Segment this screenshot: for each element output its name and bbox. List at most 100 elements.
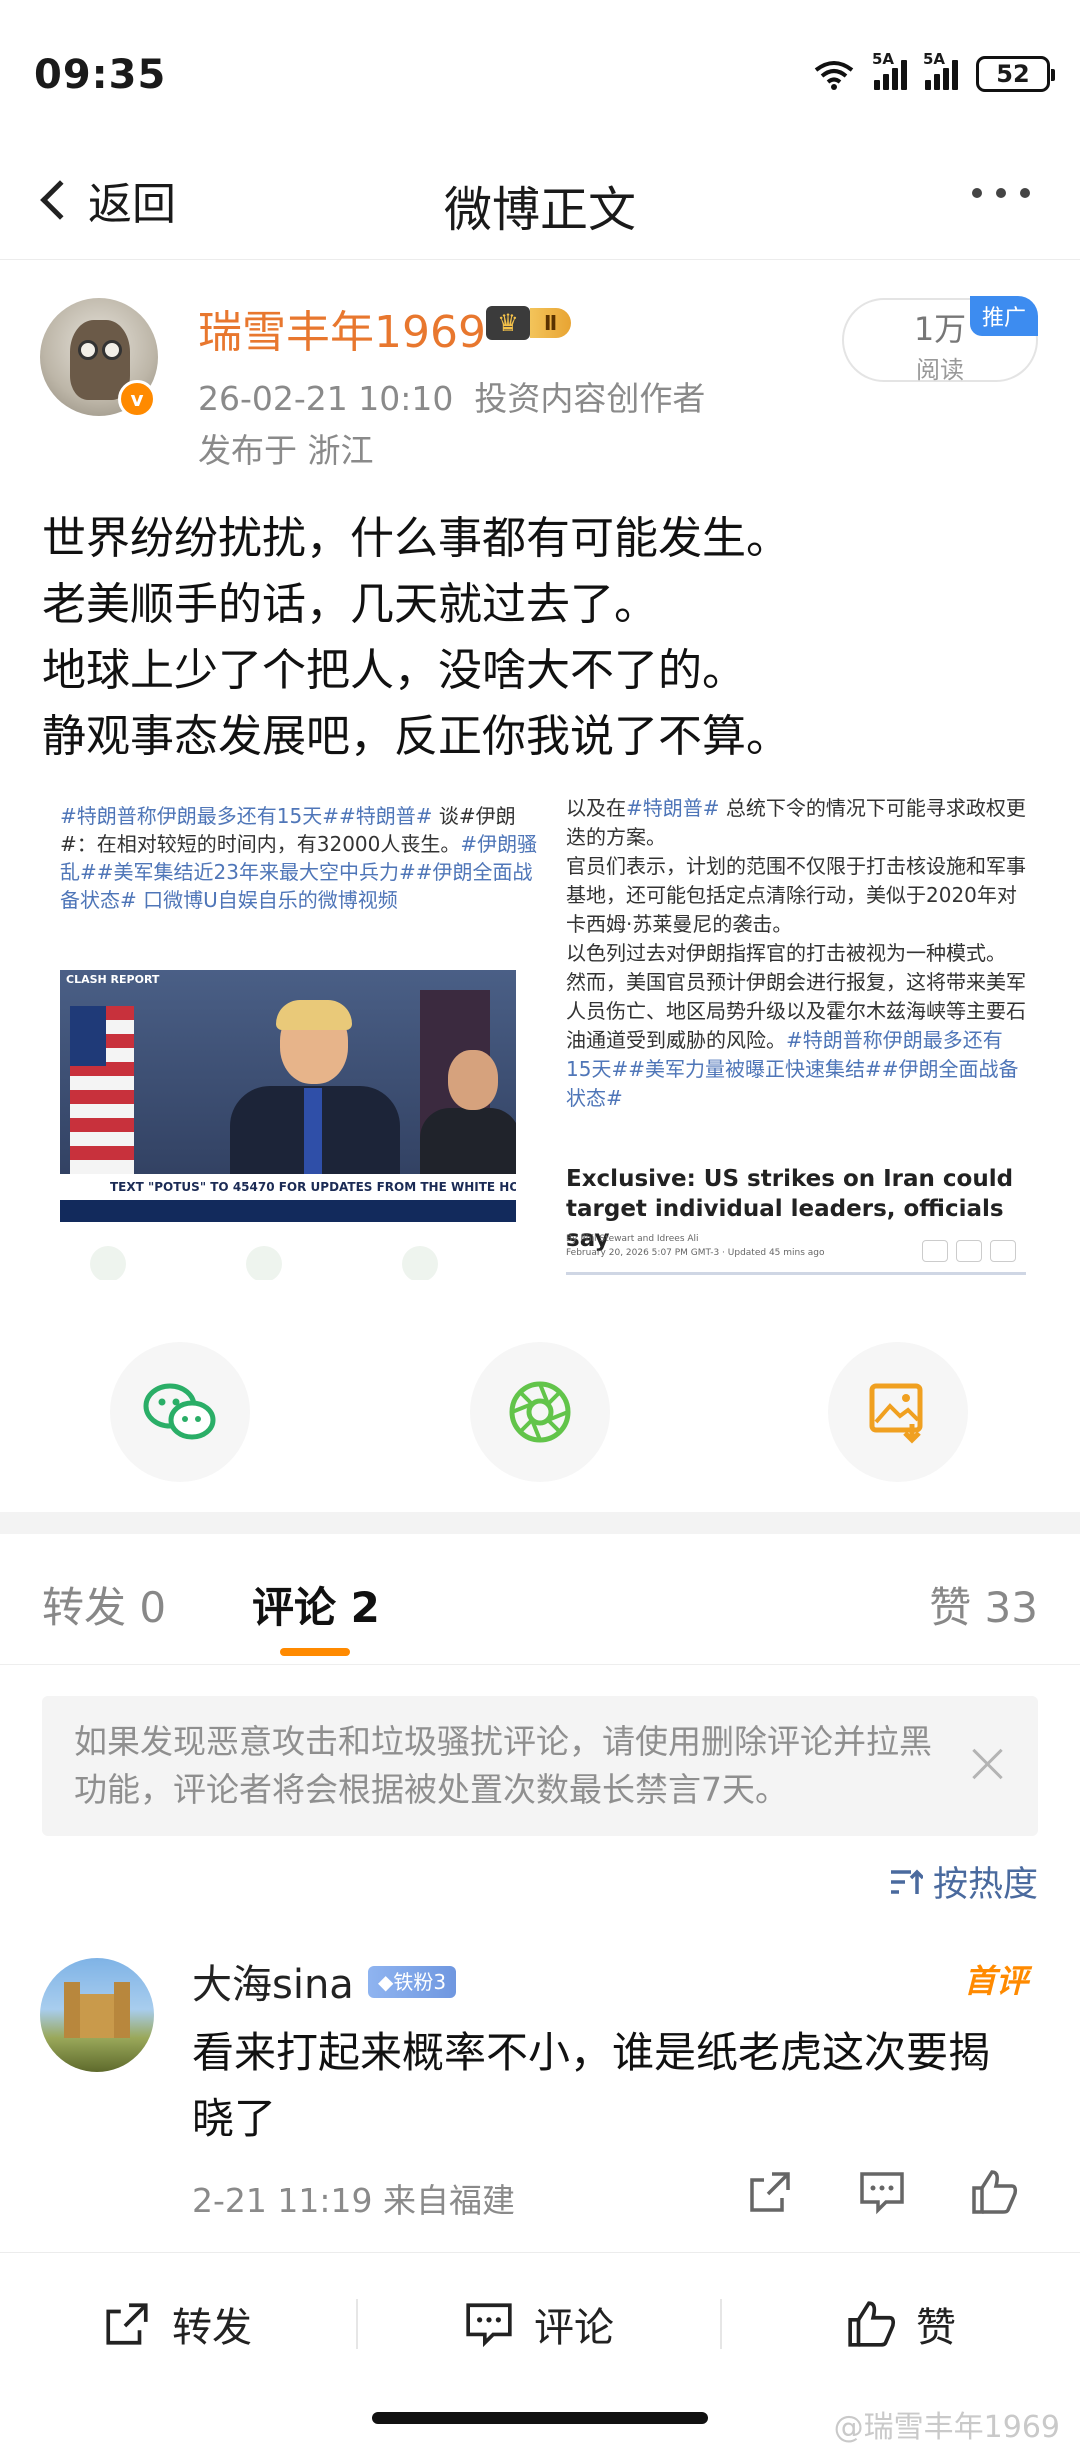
more-dot-icon <box>996 188 1006 198</box>
tab-like[interactable]: 赞 33 <box>929 1574 1038 1635</box>
battery-level: 52 <box>996 60 1030 88</box>
save-image-icon <box>869 1383 923 1444</box>
bottom-action-bar: 转发 评论 赞 <box>0 2252 1080 2388</box>
ticker-band <box>60 1200 516 1222</box>
thumbs-up-icon <box>848 2301 896 2347</box>
comment-reply-icon[interactable] <box>858 2168 906 2216</box>
wechat-mini-icon <box>90 1246 126 1280</box>
news-authors: By Phil Stewart and Idrees Ali <box>566 1234 699 1244</box>
news-divider <box>566 1272 1026 1275</box>
comment-like-icon[interactable] <box>970 2168 1018 2216</box>
more-dot-icon <box>1020 188 1030 198</box>
bookmark-icon <box>922 1240 948 1262</box>
save-image-button[interactable] <box>828 1342 968 1482</box>
comment-share-icon[interactable] <box>746 2168 794 2216</box>
active-tab-indicator <box>280 1648 350 1656</box>
save-mini-icon <box>402 1246 438 1280</box>
bar-separator <box>356 2299 358 2349</box>
comment-icon <box>466 2303 512 2348</box>
page-title: 微博正文 <box>443 182 636 238</box>
bar-separator <box>720 2299 722 2349</box>
post-body: 世界纷纷扰扰，什么事都有可能发生。 老美顺手的话，几天就过去了。 地球上少了个把… <box>42 506 790 770</box>
moments-mini-icon <box>246 1246 282 1280</box>
status-time: 09:35 <box>34 52 167 98</box>
comment-text[interactable]: 看来打起来概率不小，谁是纸老虎这次要揭晓了 <box>192 2020 1012 2152</box>
post-meta: 26-02-21 10:10 投资内容创作者 <box>198 372 705 420</box>
news-p1-tag: #特朗普# <box>626 796 720 820</box>
moments-icon <box>509 1381 571 1443</box>
comment-notice: 如果发现恶意攻击和垃圾骚扰评论，请使用删除评论并拉黑功能，评论者将会根据被处置次… <box>42 1696 1038 1836</box>
member-level: Ⅱ <box>530 308 572 338</box>
castle-tower <box>64 1982 80 2038</box>
news-timestamp: February 20, 2026 5:07 PM GMT-3 · Update… <box>566 1248 825 1258</box>
post-line: 地球上少了个把人，没啥大不了的。 <box>42 645 746 696</box>
post-date: 26-02-21 10:10 <box>198 379 454 418</box>
sort-icon <box>890 1869 923 1894</box>
first-comment-tag: 首评 <box>963 1962 1028 2000</box>
comment-label: 评论 <box>534 2305 614 2351</box>
share-wechat-button[interactable] <box>110 1342 250 1482</box>
image-inner-share-icons <box>90 1246 438 1280</box>
member-level-badge[interactable]: ♛ Ⅱ <box>486 306 572 340</box>
battery-icon: 52 <box>976 56 1055 92</box>
notice-text: 如果发现恶意攻击和垃圾骚扰评论，请使用删除评论并拉黑功能，评论者将会根据被处置次… <box>74 1722 932 1809</box>
news-p2: 官员们表示，计划的范围不仅限于打击核设施和军事基地，还可能包括定点清除行动，美似… <box>566 854 1026 936</box>
castle-tower <box>114 1982 130 2038</box>
signal-icon: 5A <box>872 50 907 90</box>
commenter-name[interactable]: 大海sina <box>192 1952 354 2010</box>
news-byline: By Phil Stewart and Idrees Ali February … <box>566 1232 825 1260</box>
status-bar: 09:35 5A 5A 52 <box>0 0 1080 150</box>
fan-level-badge: ◆铁粉3 <box>368 1966 457 1998</box>
post-line: 静观事态发展吧，反正你我说了不算。 <box>42 711 790 762</box>
repost-button[interactable]: 转发 <box>102 2295 252 2353</box>
author-name[interactable]: 瑞雪丰年1969 <box>198 296 486 360</box>
like-button[interactable]: 赞 <box>846 2295 956 2353</box>
comment-meta: 2-21 11:19 来自福建 <box>192 2181 515 2220</box>
repost-label: 转发 <box>172 2305 252 2351</box>
tab-divider <box>0 1664 1080 1665</box>
read-label: 阅读 <box>916 356 964 384</box>
video-logo: CLASH REPORT <box>66 973 160 986</box>
share-icon <box>990 1240 1016 1262</box>
close-icon[interactable] <box>968 1744 1008 1784</box>
post-line: 世界纷纷扰扰，什么事都有可能发生。 <box>42 513 790 564</box>
tab-repost[interactable]: 转发 0 <box>42 1574 166 1635</box>
news-excerpt: 以及在#特朗普# 总统下令的情况下可能寻求政权更迭的方案。 官员们表示，计划的范… <box>566 794 1026 1113</box>
avatar-eye <box>78 340 98 360</box>
news-p3: 以色列过去对伊朗指挥官的打击被视为一种模式。 <box>566 941 1006 965</box>
home-indicator[interactable] <box>372 2412 708 2424</box>
share-moments-button[interactable] <box>470 1342 610 1482</box>
news-tool-buttons <box>922 1240 1016 1262</box>
status-icons: 5A 5A 52 <box>812 50 1055 92</box>
sort-by-hot-button[interactable]: 按热度 <box>889 1856 1038 1907</box>
author-role: 投资内容创作者 <box>474 379 706 418</box>
top-nav: 返回 微博正文 <box>0 140 1080 260</box>
post-image-1[interactable]: #特朗普称伊朗最多还有15天##特朗普# 谈#伊朗#：在相对较短的时间内，有32… <box>42 790 542 1280</box>
post-line: 老美顺手的话，几天就过去了。 <box>42 579 658 630</box>
promote-badge[interactable]: 推广 <box>969 296 1038 336</box>
sort-label: 按热度 <box>932 1865 1038 1905</box>
image-caption: #特朗普称伊朗最多还有15天##特朗普# 谈#伊朗#：在相对较短的时间内，有32… <box>60 802 540 914</box>
post-image-2[interactable]: 以及在#特朗普# 总统下令的情况下可能寻求政权更迭的方案。 官员们表示，计划的范… <box>556 790 1038 1280</box>
video-ticker: TEXT "POTUS" TO 45470 FOR UPDATES FROM T… <box>60 1174 516 1200</box>
commenter-avatar[interactable] <box>40 1958 154 2072</box>
verified-badge-icon: v <box>118 380 156 418</box>
caption-hashtags: #特朗普称伊朗最多还有15天##特朗普# <box>60 804 433 828</box>
post-location: 发布于 浙江 <box>198 431 374 470</box>
font-size-icon <box>956 1240 982 1262</box>
news-p1a: 以及在 <box>566 796 626 820</box>
video-thumbnail[interactable]: CLASH REPORT TEXT "POTUS" TO 45470 FOR U… <box>60 970 516 1222</box>
comment-button[interactable]: 评论 <box>464 2295 614 2353</box>
network-type-2: 5A <box>923 50 946 68</box>
repost-icon <box>106 2303 148 2345</box>
crown-icon: ♛ <box>486 306 530 340</box>
more-options-button[interactable] <box>972 188 1030 198</box>
like-label: 赞 <box>916 2305 956 2351</box>
wifi-icon <box>814 61 854 90</box>
more-dot-icon <box>972 188 982 198</box>
avatar-eye <box>102 340 122 360</box>
tab-comment[interactable]: 评论 2 <box>252 1574 380 1635</box>
watermark: @瑞雪丰年1969 <box>833 2410 1060 2445</box>
wechat-icon <box>143 1383 216 1440</box>
network-type-1: 5A <box>872 50 895 68</box>
